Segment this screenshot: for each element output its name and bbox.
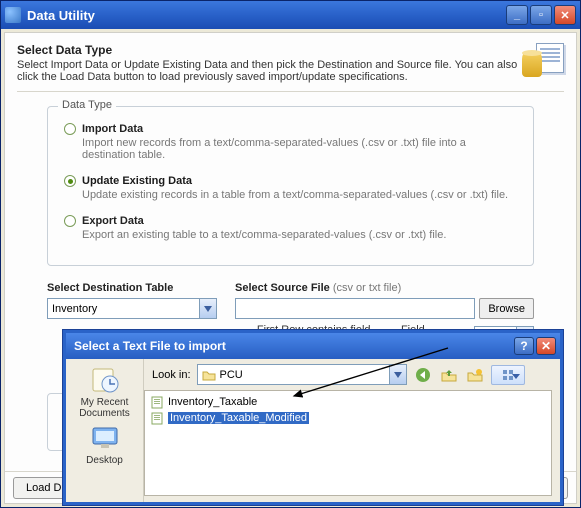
file-name: Inventory_Taxable_Modified [168, 412, 309, 424]
text-file-icon [150, 411, 164, 425]
place-label: Desktop [72, 455, 138, 466]
file-list-pane[interactable]: Inventory_Taxable Inventory_Taxable_Modi… [144, 390, 552, 496]
lookin-label: Look in: [152, 369, 191, 381]
file-item[interactable]: Inventory_Taxable_Modified [148, 410, 548, 426]
dialog-close-button[interactable]: ✕ [536, 337, 556, 355]
browse-button[interactable]: Browse [479, 298, 534, 319]
radio-icon [64, 215, 76, 227]
help-button[interactable]: ? [514, 337, 534, 355]
back-button[interactable] [413, 365, 433, 385]
radio-label: Update Existing Data [82, 175, 192, 187]
update-desc: Update existing records in a table from … [82, 189, 517, 201]
file-dialog-titlebar[interactable]: Select a Text File to import ? ✕ [66, 333, 560, 359]
place-desktop[interactable]: Desktop [72, 423, 138, 466]
up-one-level-button[interactable] [439, 365, 459, 385]
window-title: Data Utility [27, 8, 504, 23]
file-open-dialog: Select a Text File to import ? ✕ My Rece… [63, 330, 563, 505]
file-name: Inventory_Taxable [168, 396, 257, 408]
views-button[interactable] [491, 365, 525, 385]
source-file-input[interactable] [235, 298, 475, 319]
places-bar: My Recent Documents Desktop [66, 359, 144, 502]
place-recent-documents[interactable]: My Recent Documents [72, 365, 138, 419]
dest-table-label: Select Destination Table [47, 282, 217, 294]
chevron-down-icon[interactable] [389, 365, 406, 384]
source-file-label: Select Source File (csv or txt file) [235, 282, 534, 294]
radio-export-data[interactable]: Export Data [64, 215, 517, 227]
chevron-down-icon[interactable] [199, 299, 216, 318]
minimize-button[interactable]: _ [506, 5, 528, 25]
radio-update-existing-data[interactable]: Update Existing Data [64, 175, 517, 187]
radio-label: Export Data [82, 215, 144, 227]
radio-import-data[interactable]: Import Data [64, 123, 517, 135]
recent-documents-icon [88, 365, 122, 395]
data-type-group: Data Type Import Data Import new records… [47, 106, 534, 266]
text-file-icon [150, 395, 164, 409]
dest-table-value: Inventory [52, 303, 97, 315]
main-titlebar[interactable]: Data Utility _ ▫ ✕ [1, 1, 580, 29]
folder-icon [202, 369, 216, 381]
import-desc: Import new records from a text/comma-sep… [82, 137, 517, 161]
desktop-icon [88, 423, 122, 453]
radio-icon [64, 123, 76, 135]
radio-icon [64, 175, 76, 187]
file-item[interactable]: Inventory_Taxable [148, 394, 548, 410]
new-folder-button[interactable] [465, 365, 485, 385]
maximize-button[interactable]: ▫ [530, 5, 552, 25]
export-desc: Export an existing table to a text/comma… [82, 229, 517, 241]
place-label: My Recent Documents [72, 397, 138, 419]
close-button[interactable]: ✕ [554, 5, 576, 25]
data-type-legend: Data Type [58, 99, 116, 111]
radio-label: Import Data [82, 123, 143, 135]
page-subtitle: Select Import Data or Update Existing Da… [17, 59, 518, 83]
dest-table-combo[interactable]: Inventory [47, 298, 217, 319]
file-dialog-title: Select a Text File to import [74, 339, 226, 353]
app-icon [5, 7, 21, 23]
lookin-value: PCU [220, 369, 243, 381]
page-title: Select Data Type [17, 43, 518, 57]
header-illustration-icon [518, 43, 564, 83]
lookin-combo[interactable]: PCU [197, 364, 407, 385]
